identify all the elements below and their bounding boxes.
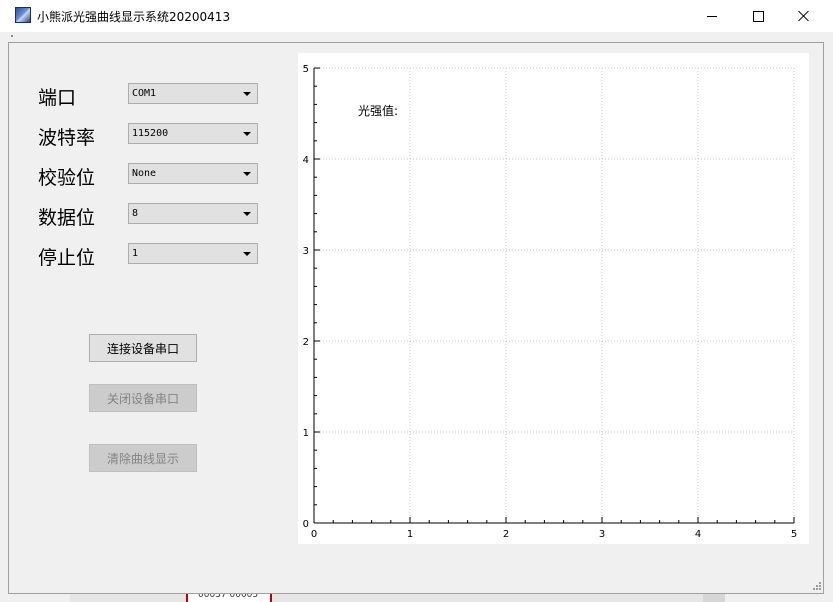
maximize-button[interactable] (735, 0, 781, 32)
title-bar[interactable]: 小熊派光强曲线显示系统20200413 (0, 0, 833, 32)
legend-series-name: 光强值: (358, 104, 399, 118)
window-title: 小熊派光强曲线显示系统20200413 (37, 10, 231, 24)
chevron-down-icon (243, 132, 251, 136)
data-bits-select-value: 8 (132, 208, 139, 219)
minimize-icon (707, 15, 717, 17)
data-bits-select[interactable]: 8 (128, 203, 258, 224)
x-tick-label: 2 (503, 529, 509, 540)
close-button[interactable] (781, 0, 827, 32)
chevron-down-icon (243, 172, 251, 176)
x-tick-label: 4 (695, 529, 701, 540)
baud-rate-select[interactable]: 115200 (128, 123, 258, 144)
x-tick-label: 0 (311, 529, 317, 540)
y-tick-label: 4 (303, 155, 309, 166)
x-tick-label: 5 (791, 529, 797, 540)
parity-select[interactable]: None (128, 163, 258, 184)
y-tick-label: 1 (303, 428, 309, 439)
chevron-down-icon (243, 92, 251, 96)
port-select-value: COM1 (132, 88, 157, 99)
stop-bits-label: 停止位 (38, 247, 96, 269)
data-bits-label: 数据位 (38, 207, 96, 229)
menu-grip-icon (11, 35, 13, 37)
clear-curve-button[interactable]: 清除曲线显示 (89, 444, 197, 472)
port-label: 端口 (38, 87, 77, 109)
baud-rate-label: 波特率 (38, 127, 96, 149)
parity-select-value: None (132, 168, 157, 179)
resize-grip-icon[interactable] (813, 582, 822, 591)
close-serial-button[interactable]: 关闭设备串口 (89, 384, 197, 412)
maximize-icon (752, 10, 764, 22)
port-select[interactable]: COM1 (128, 83, 258, 104)
stop-bits-select[interactable]: 1 (128, 243, 258, 264)
y-tick-label: 0 (303, 519, 309, 530)
app-icon (15, 7, 31, 23)
menu-strip (0, 32, 833, 42)
parity-label: 校验位 (38, 167, 96, 189)
connect-serial-button[interactable]: 连接设备串口 (89, 334, 197, 362)
y-tick-label: 3 (303, 246, 309, 257)
chart-canvas: 0 1 2 3 4 5 0 1 2 3 4 5 (303, 64, 798, 540)
chevron-down-icon (243, 212, 251, 216)
minimize-button[interactable] (689, 0, 735, 32)
stop-bits-select-value: 1 (132, 248, 139, 259)
x-tick-label: 3 (599, 529, 605, 540)
chevron-down-icon (243, 252, 251, 256)
light-intensity-chart: 0 1 2 3 4 5 0 1 2 3 4 5 (298, 53, 809, 544)
background-window-block (703, 594, 725, 602)
x-tick-label: 1 (407, 529, 413, 540)
background-window-strip (70, 594, 710, 602)
baud-rate-select-value: 115200 (132, 128, 169, 139)
y-tick-label: 2 (303, 337, 309, 348)
y-tick-label: 5 (303, 64, 309, 75)
close-icon (798, 10, 810, 22)
